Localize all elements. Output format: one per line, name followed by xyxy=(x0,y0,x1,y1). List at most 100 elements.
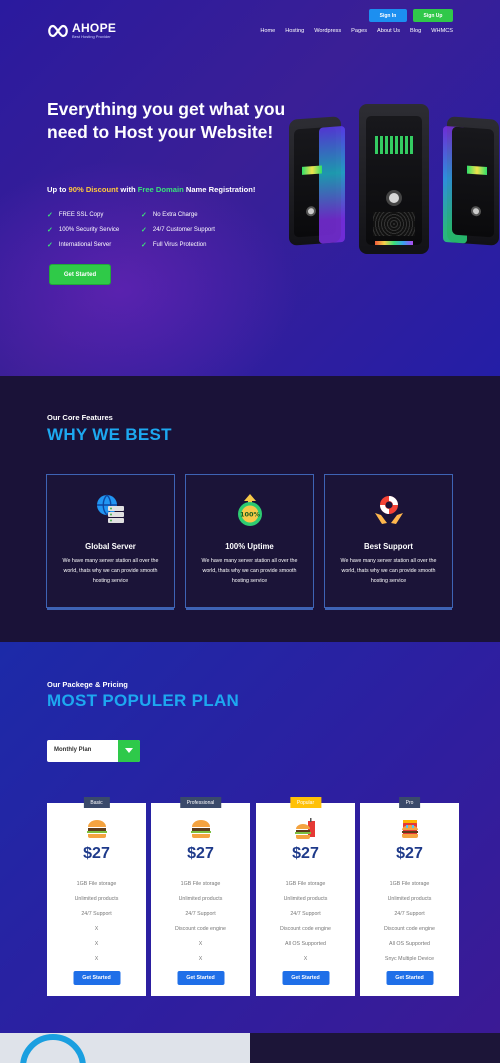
feature-label: International Server xyxy=(58,242,112,248)
plan-price: $27 xyxy=(83,845,110,862)
check-icon: ✓ xyxy=(47,212,53,219)
status-leds xyxy=(302,165,322,175)
feature-label: No Extra Charge xyxy=(152,212,198,218)
plan-feature: Unlimited products xyxy=(178,896,223,902)
chevron-down-icon[interactable] xyxy=(118,740,140,762)
server-towers-image xyxy=(285,100,500,270)
discount-highlight: 90% Discount xyxy=(68,185,119,194)
check-icon: ✓ xyxy=(47,242,53,249)
nav-wordpress[interactable]: Wordpress xyxy=(314,28,341,34)
server-tower-center xyxy=(359,104,429,254)
vent-grille xyxy=(373,212,415,236)
feature-card-description: We have many server station all over the… xyxy=(340,558,437,584)
feature-item: ✓ Full Virus Protection xyxy=(141,241,206,249)
nav-blog[interactable]: Blog xyxy=(410,28,421,34)
hero-subtitle-part: with xyxy=(118,185,138,194)
next-section-right xyxy=(250,1033,500,1063)
feature-label: 100% Security Service xyxy=(58,227,120,233)
plan-feature: Discount code engine xyxy=(175,926,226,932)
plan-badge: Pro xyxy=(398,797,421,808)
svg-text:100%: 100% xyxy=(239,511,260,519)
features-section: Our Core Features WHY WE BEST Global Ser… xyxy=(0,376,500,642)
plan-feature: 24/7 Support xyxy=(394,911,425,917)
nav-whmcs[interactable]: WHMCS xyxy=(431,28,453,34)
plan-feature-list: 1GB File storage Unlimited products 24/7… xyxy=(151,877,250,967)
brand-tagline: Best Hosting Provider xyxy=(72,34,111,39)
plan-get-started-button[interactable]: Get Started xyxy=(73,971,120,985)
lifebuoy-icon xyxy=(374,496,403,524)
sign-up-button[interactable]: Sign Up xyxy=(413,9,453,22)
feature-card-title: 100% Uptime xyxy=(225,542,274,551)
rgb-light xyxy=(375,241,413,245)
check-icon: ✓ xyxy=(141,242,147,249)
main-nav: Home Hosting Wordpress Pages About Us Bl… xyxy=(250,28,453,34)
plan-feature: Discount code engine xyxy=(384,926,435,932)
feature-card: Best Support We have many server station… xyxy=(324,474,453,610)
plan-feature: Unlimited products xyxy=(74,896,119,902)
plan-get-started-button[interactable]: Get Started xyxy=(177,971,224,985)
feature-label: Full Virus Protection xyxy=(152,242,207,248)
nav-home[interactable]: Home xyxy=(260,28,275,34)
burger-drink-icon xyxy=(294,818,315,839)
plan-feature: Discount code engine xyxy=(280,926,331,932)
plan-feature: 24/7 Support xyxy=(185,911,216,917)
hero-section: AHOPE Best Hosting Provider Sign In Sign… xyxy=(0,0,500,376)
plan-feature: X xyxy=(198,956,203,962)
next-section-left xyxy=(0,1033,250,1063)
feature-card-description: We have many server station all over the… xyxy=(201,558,298,584)
plan-feature: Snyc Multiple Device xyxy=(384,956,435,962)
feature-label: FREE SSL Copy xyxy=(58,212,104,218)
feature-card: Global Server We have many server statio… xyxy=(46,474,175,610)
nav-hosting[interactable]: Hosting xyxy=(285,28,304,34)
plan-feature-list: 1GB File storage Unlimited products 24/7… xyxy=(47,877,146,967)
plan-feature: 1GB File storage xyxy=(76,881,117,887)
plan-feature: X xyxy=(94,926,99,932)
feature-card-description: We have many server station all over the… xyxy=(62,558,159,584)
sign-in-button[interactable]: Sign In xyxy=(369,9,407,22)
plan-feature: Unlimited products xyxy=(387,896,432,902)
check-icon: ✓ xyxy=(141,227,147,234)
brand-name: AHOPE xyxy=(72,21,117,35)
plan-get-started-button[interactable]: Get Started xyxy=(282,971,329,985)
nav-pages[interactable]: Pages xyxy=(351,28,367,34)
status-leds xyxy=(467,165,487,175)
feature-label: 24/7 Customer Support xyxy=(152,227,215,233)
free-domain-highlight: Free Domain xyxy=(137,185,184,194)
burger-icon xyxy=(86,820,107,838)
pricing-title: MOST POPULER PLAN xyxy=(47,691,240,710)
plan-badge: Professional xyxy=(179,797,222,808)
feature-item: ✓ 24/7 Customer Support xyxy=(141,226,215,234)
plan-badge: Popular xyxy=(289,797,322,808)
pricing-section: Our Packege & Pricing MOST POPULER PLAN … xyxy=(0,642,500,1033)
plan-price: $27 xyxy=(292,845,319,862)
hero-get-started-button[interactable]: Get Started xyxy=(50,265,110,284)
plan-feature: X xyxy=(303,956,308,962)
hero-subtitle-part: Name Registration! xyxy=(183,185,256,194)
plan-price: $27 xyxy=(187,845,214,862)
brand-logo[interactable]: AHOPE Best Hosting Provider xyxy=(47,22,116,40)
feature-item: ✓ No Extra Charge xyxy=(141,211,198,219)
plan-badge: Basic xyxy=(83,797,110,808)
power-button-icon xyxy=(471,205,481,217)
pricing-eyebrow: Our Packege & Pricing xyxy=(47,680,128,689)
features-eyebrow: Our Core Features xyxy=(47,413,113,422)
plan-card-pro: Pro $27 1GB File storage Unlimited produ… xyxy=(360,797,459,996)
plan-card-popular: Popular $27 1GB File storage Unlimited p… xyxy=(256,797,355,996)
feature-card-title: Best Support xyxy=(364,542,413,551)
plan-period-select[interactable]: Monthly Plan xyxy=(47,740,140,762)
plan-feature-list: 1GB File storage Unlimited products 24/7… xyxy=(256,877,355,967)
plan-card-basic: Basic $27 1GB File storage Unlimited pro… xyxy=(47,797,146,996)
plan-feature: All OS Supported xyxy=(285,941,326,947)
check-icon: ✓ xyxy=(47,227,53,234)
feature-item: ✓ International Server xyxy=(47,241,111,249)
plan-get-started-button[interactable]: Get Started xyxy=(386,971,433,985)
power-button-icon xyxy=(386,190,402,206)
plan-period-value: Monthly Plan xyxy=(54,747,92,753)
server-tower-right xyxy=(443,116,499,246)
plan-feature: 1GB File storage xyxy=(285,881,326,887)
status-leds xyxy=(375,136,413,154)
feature-item: ✓ 100% Security Service xyxy=(47,226,119,234)
infinity-logo-icon xyxy=(48,24,68,38)
nav-about-us[interactable]: About Us xyxy=(377,28,400,34)
hero-title: Everything you get what you need to Host… xyxy=(47,99,286,142)
